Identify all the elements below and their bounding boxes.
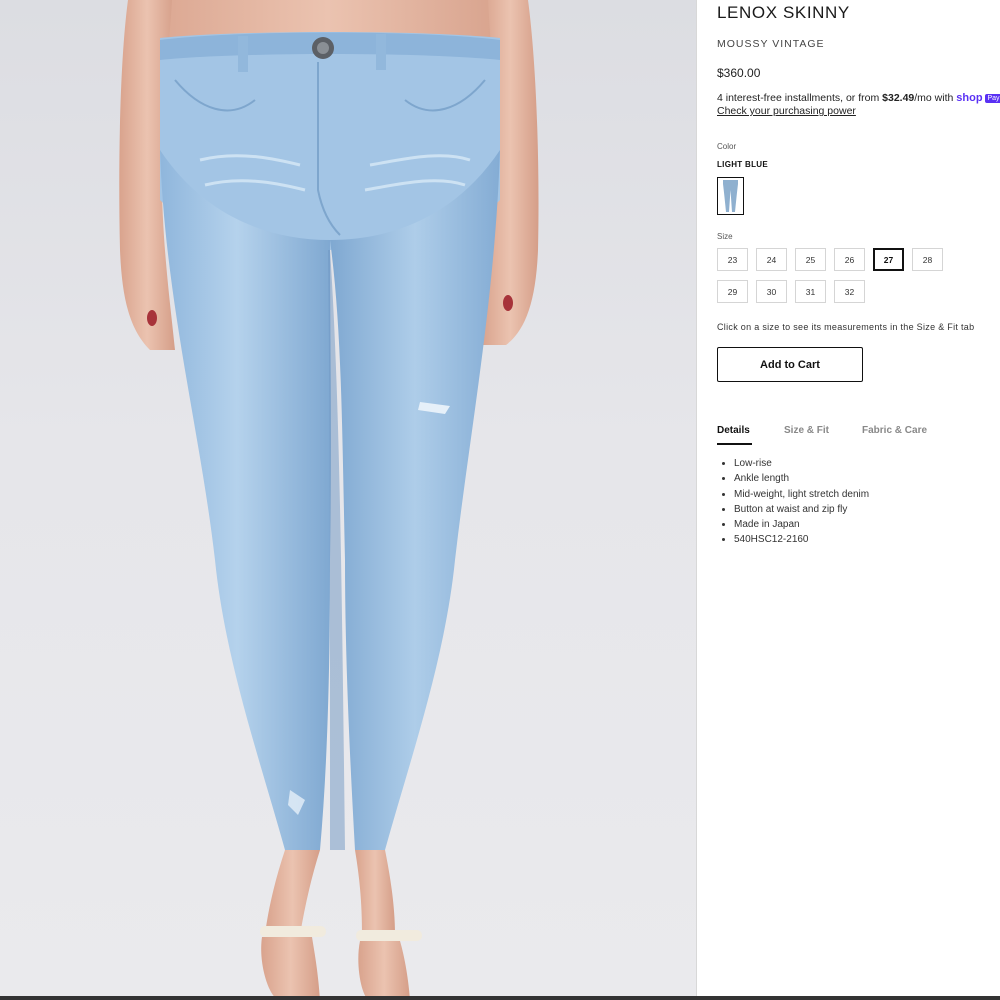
size-option-24[interactable]: 24 (756, 248, 787, 271)
size-option-26[interactable]: 26 (834, 248, 865, 271)
left-leg (160, 150, 331, 850)
installments-text: 4 interest-free installments, or from $3… (717, 92, 1000, 104)
product-price: $360.00 (717, 66, 761, 80)
color-swatch-light-blue[interactable] (717, 177, 744, 215)
tab-size-fit[interactable]: Size & Fit (784, 425, 829, 436)
right-shoe-strap (356, 930, 422, 941)
list-item: Made in Japan (734, 517, 869, 532)
tab-fabric-care[interactable]: Fabric & Care (862, 425, 927, 436)
size-option-32[interactable]: 32 (834, 280, 865, 303)
list-item: Mid-weight, light stretch denim (734, 487, 869, 502)
size-option-30[interactable]: 30 (756, 280, 787, 303)
size-option-23[interactable]: 23 (717, 248, 748, 271)
jeans-thumbnail-icon (723, 180, 738, 212)
size-option-29[interactable]: 29 (717, 280, 748, 303)
color-label: Color (717, 142, 737, 151)
selected-color: LIGHT BLUE (717, 160, 768, 169)
shop-pay-logo: shop (956, 92, 983, 104)
size-option-28[interactable]: 28 (912, 248, 943, 271)
jeans-photo (119, 0, 539, 1000)
size-option-31[interactable]: 31 (795, 280, 826, 303)
shop-pay-badge: Pay (985, 94, 1000, 103)
right-leg (330, 150, 500, 850)
product-brand[interactable]: MOUSSY VINTAGE (717, 38, 825, 50)
add-to-cart-button[interactable]: Add to Cart (717, 347, 863, 382)
installments-suffix: /mo with (914, 92, 957, 104)
check-purchasing-power-link[interactable]: Check your purchasing power (717, 105, 856, 117)
tab-details[interactable]: Details (717, 425, 750, 436)
bottom-edge (0, 996, 1000, 1000)
size-label: Size (717, 232, 733, 241)
active-tab-indicator (717, 443, 752, 445)
installments-amount: $32.49 (882, 92, 915, 104)
installments-prefix: 4 interest-free installments, or from (717, 92, 883, 104)
product-title: LENOX SKINNY (717, 3, 850, 22)
product-info-panel: LENOX SKINNY MOUSSY VINTAGE $360.00 4 in… (717, 0, 1000, 1000)
size-hint: Click on a size to see its measurements … (717, 322, 975, 332)
column-divider (696, 0, 697, 1000)
list-item: Ankle length (734, 471, 869, 486)
product-image[interactable] (0, 0, 697, 1000)
list-item: Low-rise (734, 456, 869, 471)
left-shoe-strap (260, 926, 326, 937)
details-list: Low-rise Ankle length Mid-weight, light … (717, 456, 869, 548)
list-item: 540HSC12-2160 (734, 532, 869, 547)
size-option-27[interactable]: 27 (873, 248, 904, 271)
size-option-25[interactable]: 25 (795, 248, 826, 271)
list-item: Button at waist and zip fly (734, 502, 869, 517)
